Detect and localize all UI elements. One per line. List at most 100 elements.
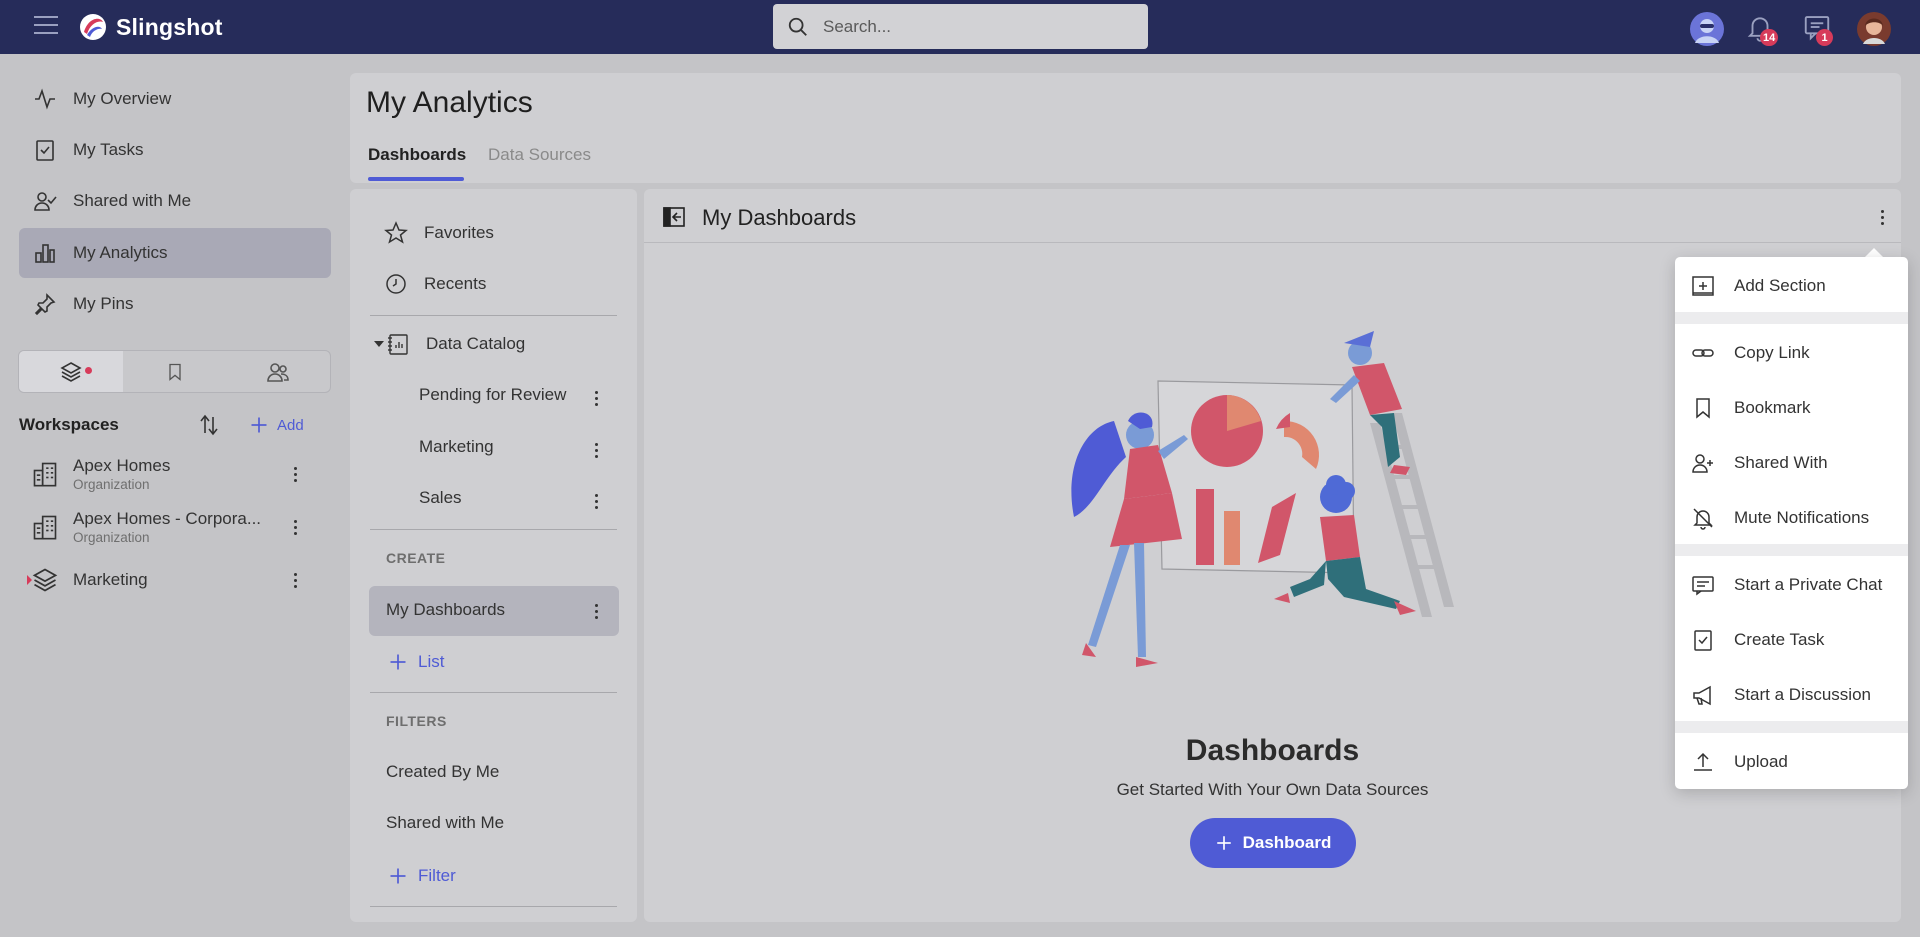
add-list-button[interactable]: List (388, 652, 444, 672)
notifications-button[interactable]: 14 (1745, 12, 1779, 46)
data-catalog-item[interactable]: Data Catalog (374, 332, 525, 356)
catalog-item-sales[interactable]: Sales (419, 488, 462, 508)
bookmark-icon (168, 363, 181, 381)
catalog-item-marketing[interactable]: Marketing (419, 437, 494, 457)
divider (370, 906, 617, 907)
recents-item[interactable]: Recents (384, 272, 486, 296)
user-check-icon (34, 192, 57, 211)
active-tab-indicator (368, 177, 464, 181)
segment-bookmarks[interactable] (123, 351, 227, 392)
ai-avatar[interactable] (1690, 12, 1724, 46)
menu-item-mute-notifications[interactable]: Mute Notifications (1675, 495, 1908, 541)
menu-item-label: Add Section (1734, 276, 1826, 295)
more-options-icon[interactable] (586, 438, 606, 462)
panel-header: My Dashboards (644, 189, 1901, 243)
menu-item-shared-with[interactable]: Shared With (1675, 440, 1908, 486)
add-filter-button[interactable]: Filter (388, 866, 456, 886)
building-icon (33, 515, 57, 540)
notifications-badge: 14 (1760, 29, 1779, 46)
menu-item-create-task[interactable]: Create Task (1675, 617, 1908, 663)
user-avatar[interactable] (1857, 12, 1891, 46)
unread-dot (85, 367, 92, 374)
workspace-item[interactable]: Marketing (19, 555, 331, 605)
more-options-icon[interactable] (586, 386, 606, 410)
collapse-panel-icon[interactable] (662, 205, 686, 229)
page-title: My Analytics (366, 86, 533, 119)
add-section-icon (1692, 276, 1714, 296)
create-section-title: CREATE (386, 550, 446, 566)
menu-item-bookmark[interactable]: Bookmark (1675, 385, 1908, 431)
messages-badge: 1 (1816, 29, 1833, 46)
catalog-item-label: Marketing (419, 437, 494, 456)
user-plus-icon (1692, 454, 1713, 473)
bookmark-icon (1696, 398, 1710, 419)
menu-item-upload[interactable]: Upload (1675, 739, 1908, 785)
sidebar-item-shared-with-me[interactable]: Shared with Me (19, 176, 331, 226)
divider (370, 529, 617, 530)
sidebar-item-my-overview[interactable]: My Overview (19, 74, 331, 124)
divider (370, 315, 617, 316)
workspace-name: Apex Homes - Corpora... (73, 509, 262, 528)
bar-chart-icon (35, 244, 55, 263)
workspaces-header: Workspaces Add (19, 410, 331, 440)
menu-item-label: Start a Private Chat (1734, 575, 1883, 594)
filter-label: Shared with Me (386, 813, 505, 832)
add-workspace-button[interactable]: Add (249, 410, 304, 440)
task-check-icon (36, 140, 54, 161)
menu-item-copy-link[interactable]: Copy Link (1675, 330, 1908, 376)
slingshot-logo-icon (80, 14, 106, 40)
messages-button[interactable]: 1 (1802, 12, 1836, 46)
workspace-item[interactable]: Apex Homes - Corpora... Organization (19, 502, 331, 552)
menu-item-start-private-chat[interactable]: Start a Private Chat (1675, 562, 1908, 608)
tab-dashboards[interactable]: Dashboards (368, 145, 466, 165)
sidebar-item-label: Shared with Me (73, 191, 192, 210)
menu-item-label: Create Task (1734, 630, 1825, 649)
more-options-icon[interactable] (285, 462, 305, 486)
search-box[interactable] (773, 4, 1148, 49)
menu-item-label: Mute Notifications (1734, 508, 1870, 527)
create-dashboard-label: Dashboard (1242, 833, 1332, 852)
app-logo[interactable]: Slingshot (78, 12, 223, 42)
filter-label: Created By Me (386, 762, 500, 781)
menu-separator (1675, 721, 1908, 733)
sidebar-item-my-tasks[interactable]: My Tasks (19, 125, 331, 175)
sidebar-item-my-pins[interactable]: My Pins (19, 279, 331, 329)
more-options-icon[interactable] (285, 568, 305, 592)
menu-item-label: Start a Discussion (1734, 685, 1871, 704)
more-options-icon[interactable] (285, 515, 305, 539)
favorites-item[interactable]: Favorites (384, 221, 494, 245)
filter-created-by-me[interactable]: Created By Me (386, 762, 499, 782)
chat-icon (1692, 576, 1714, 596)
workspace-type: Organization (73, 477, 150, 492)
catalog-item-label: Sales (419, 488, 462, 507)
hamburger-menu-icon[interactable] (34, 16, 58, 38)
tab-data-sources[interactable]: Data Sources (488, 145, 591, 165)
workspace-name: Marketing (73, 570, 148, 589)
more-options-icon[interactable] (586, 489, 606, 513)
menu-item-label: Copy Link (1734, 343, 1810, 362)
more-options-icon[interactable] (1872, 205, 1892, 229)
menu-item-start-discussion[interactable]: Start a Discussion (1675, 672, 1908, 718)
menu-item-add-section[interactable]: Add Section (1675, 263, 1908, 309)
sidebar-item-my-analytics[interactable]: My Analytics (19, 228, 331, 278)
more-options-icon[interactable] (586, 599, 606, 623)
catalog-item-pending-for-review[interactable]: Pending for Review (419, 385, 566, 405)
star-icon (384, 221, 408, 244)
workspaces-title: Workspaces (19, 415, 119, 434)
expand-caret-icon[interactable] (27, 575, 32, 585)
collapse-caret-icon[interactable] (374, 341, 384, 347)
create-dashboard-button[interactable]: Dashboard (1190, 818, 1356, 868)
activity-icon (35, 88, 55, 110)
sort-icon[interactable] (197, 413, 221, 437)
segment-workspaces[interactable] (19, 351, 123, 392)
favorites-label: Favorites (424, 223, 494, 242)
workspace-item[interactable]: Apex Homes Organization (19, 449, 331, 499)
filter-shared-with-me[interactable]: Shared with Me (386, 813, 504, 833)
clock-icon (386, 274, 406, 294)
sidebar-item-label: My Pins (73, 294, 134, 313)
link-icon (1692, 349, 1714, 357)
segment-people[interactable] (226, 351, 330, 392)
search-input[interactable] (823, 16, 1123, 37)
add-label: Add (277, 416, 304, 434)
add-filter-label: Filter (418, 866, 456, 885)
